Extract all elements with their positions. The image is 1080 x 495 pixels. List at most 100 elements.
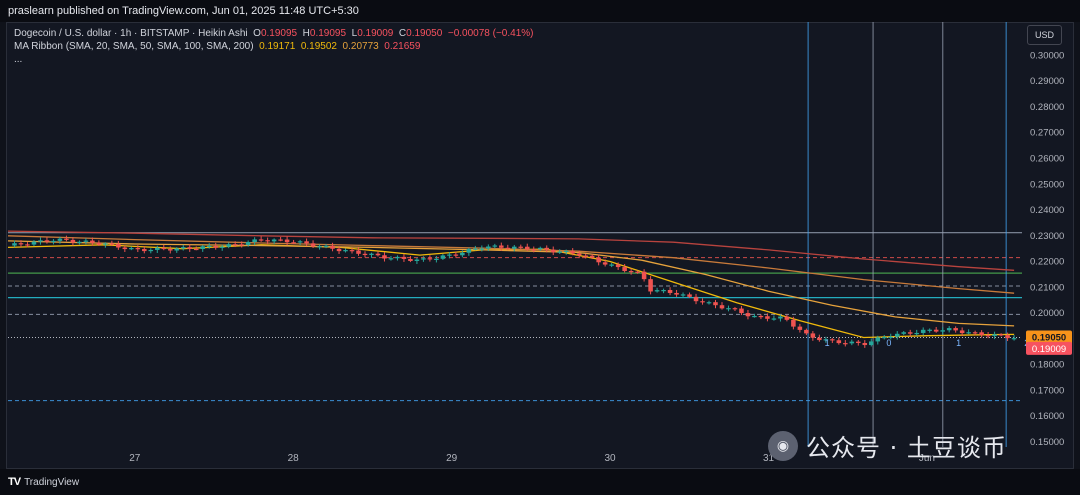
candle bbox=[914, 329, 919, 336]
candle bbox=[408, 256, 413, 263]
candle bbox=[252, 237, 257, 246]
low-price-text: 0.19009 bbox=[1032, 344, 1066, 355]
candle bbox=[401, 254, 407, 262]
ma-ribbon-row: MA Ribbon (SMA, 20, SMA, 50, SMA, 100, S… bbox=[14, 40, 533, 53]
ma200-value: 0.21659 bbox=[384, 41, 421, 52]
candle bbox=[44, 237, 50, 244]
candle bbox=[596, 254, 601, 266]
candle bbox=[901, 331, 907, 336]
y-tick-label-13: 0.16000 bbox=[1030, 411, 1064, 422]
y-tick-label-11: 0.18000 bbox=[1030, 360, 1064, 371]
y-tick-label-10: 0.20000 bbox=[1030, 308, 1064, 319]
candle bbox=[817, 334, 822, 342]
candle bbox=[395, 255, 400, 261]
y-tick-label-9: 0.21000 bbox=[1030, 282, 1064, 293]
candle bbox=[317, 244, 322, 250]
wave-label-1: 0 bbox=[886, 338, 891, 348]
price-chart[interactable]: 1012 0.300000.290000.280000.270000.26000… bbox=[0, 0, 1080, 495]
watermark: ◉ 公众号 · 土豆谈币 bbox=[768, 428, 1007, 463]
candle bbox=[434, 256, 439, 263]
candle bbox=[856, 340, 861, 346]
candle bbox=[466, 247, 472, 256]
candle bbox=[719, 302, 725, 310]
candle bbox=[830, 338, 835, 343]
more-indicators[interactable]: ... bbox=[14, 53, 533, 66]
candle bbox=[862, 340, 868, 348]
candle bbox=[940, 327, 945, 335]
candle bbox=[38, 237, 43, 245]
y-tick-label-0: 0.30000 bbox=[1030, 50, 1064, 61]
chart-legend: Dogecoin / U.S. dollar · 1h · BITSTAMP ·… bbox=[14, 27, 533, 66]
candle bbox=[758, 314, 764, 320]
y-tick-label-2: 0.28000 bbox=[1030, 102, 1064, 113]
currency-button[interactable]: USD bbox=[1027, 25, 1062, 45]
change-value: −0.00078 (−0.41%) bbox=[447, 28, 534, 39]
candle bbox=[64, 235, 69, 242]
candle bbox=[667, 287, 673, 296]
y-tick-label-1: 0.29000 bbox=[1030, 76, 1064, 87]
close-value: 0.19050 bbox=[406, 28, 443, 39]
y-tick-label-3: 0.27000 bbox=[1030, 128, 1064, 139]
open-label: O bbox=[253, 28, 261, 39]
candle bbox=[784, 314, 790, 322]
wechat-icon: ◉ bbox=[768, 430, 798, 461]
candle bbox=[810, 331, 816, 341]
candle bbox=[304, 238, 309, 247]
candle bbox=[180, 244, 186, 251]
y-tick-label-7: 0.23000 bbox=[1030, 231, 1064, 242]
candle bbox=[745, 309, 751, 320]
candle bbox=[797, 323, 803, 333]
candle bbox=[369, 252, 374, 258]
candle bbox=[641, 269, 647, 282]
candle bbox=[550, 246, 556, 256]
candle bbox=[927, 328, 932, 333]
candle bbox=[732, 307, 738, 311]
x-tick-label-2: 29 bbox=[446, 453, 458, 464]
watermark-text: 公众号 · 土豆谈币 bbox=[806, 434, 1007, 462]
low-value: 0.19009 bbox=[357, 28, 394, 39]
candle bbox=[674, 289, 679, 297]
candle bbox=[706, 300, 712, 305]
candle bbox=[771, 315, 777, 321]
y-tick-label-8: 0.22000 bbox=[1030, 257, 1064, 268]
candle bbox=[226, 242, 231, 249]
symbol-name[interactable]: Dogecoin / U.S. dollar · 1h · BITSTAMP ·… bbox=[14, 28, 248, 39]
candle bbox=[518, 244, 524, 250]
candle bbox=[953, 326, 958, 333]
high-label: H bbox=[302, 28, 310, 39]
candle bbox=[654, 287, 660, 293]
x-tick-label-0: 27 bbox=[129, 453, 141, 464]
candle bbox=[388, 256, 394, 261]
candle bbox=[148, 248, 154, 254]
high-value: 0.19095 bbox=[309, 28, 347, 39]
candle bbox=[920, 327, 926, 336]
candle bbox=[693, 293, 699, 305]
y-tick-label-14: 0.15000 bbox=[1030, 437, 1064, 448]
candle bbox=[362, 251, 368, 258]
candle bbox=[258, 236, 264, 242]
candle bbox=[894, 331, 900, 340]
candle bbox=[700, 298, 705, 305]
ma-line-sma-50 bbox=[7, 240, 1015, 327]
candle bbox=[375, 251, 381, 257]
symbol-row: Dogecoin / U.S. dollar · 1h · BITSTAMP ·… bbox=[14, 27, 533, 40]
candle bbox=[849, 339, 855, 346]
candle bbox=[77, 240, 82, 245]
candle bbox=[933, 326, 939, 333]
candle bbox=[998, 333, 1004, 337]
wave-label-2: 1 bbox=[956, 338, 961, 348]
candle bbox=[966, 329, 971, 335]
y-tick-label-5: 0.25000 bbox=[1030, 179, 1064, 190]
y-tick-label-6: 0.24000 bbox=[1030, 205, 1064, 216]
candle bbox=[843, 340, 848, 347]
candle bbox=[382, 252, 387, 262]
candle bbox=[200, 245, 205, 252]
ma-ribbon-name[interactable]: MA Ribbon (SMA, 20, SMA, 50, SMA, 100, S… bbox=[14, 41, 254, 52]
candle bbox=[1011, 335, 1017, 341]
candle bbox=[661, 288, 666, 294]
candle bbox=[713, 299, 718, 309]
ma100-value: 0.20773 bbox=[342, 41, 379, 52]
candle bbox=[726, 305, 731, 312]
x-tick-label-1: 28 bbox=[288, 453, 300, 464]
candle bbox=[129, 246, 134, 251]
